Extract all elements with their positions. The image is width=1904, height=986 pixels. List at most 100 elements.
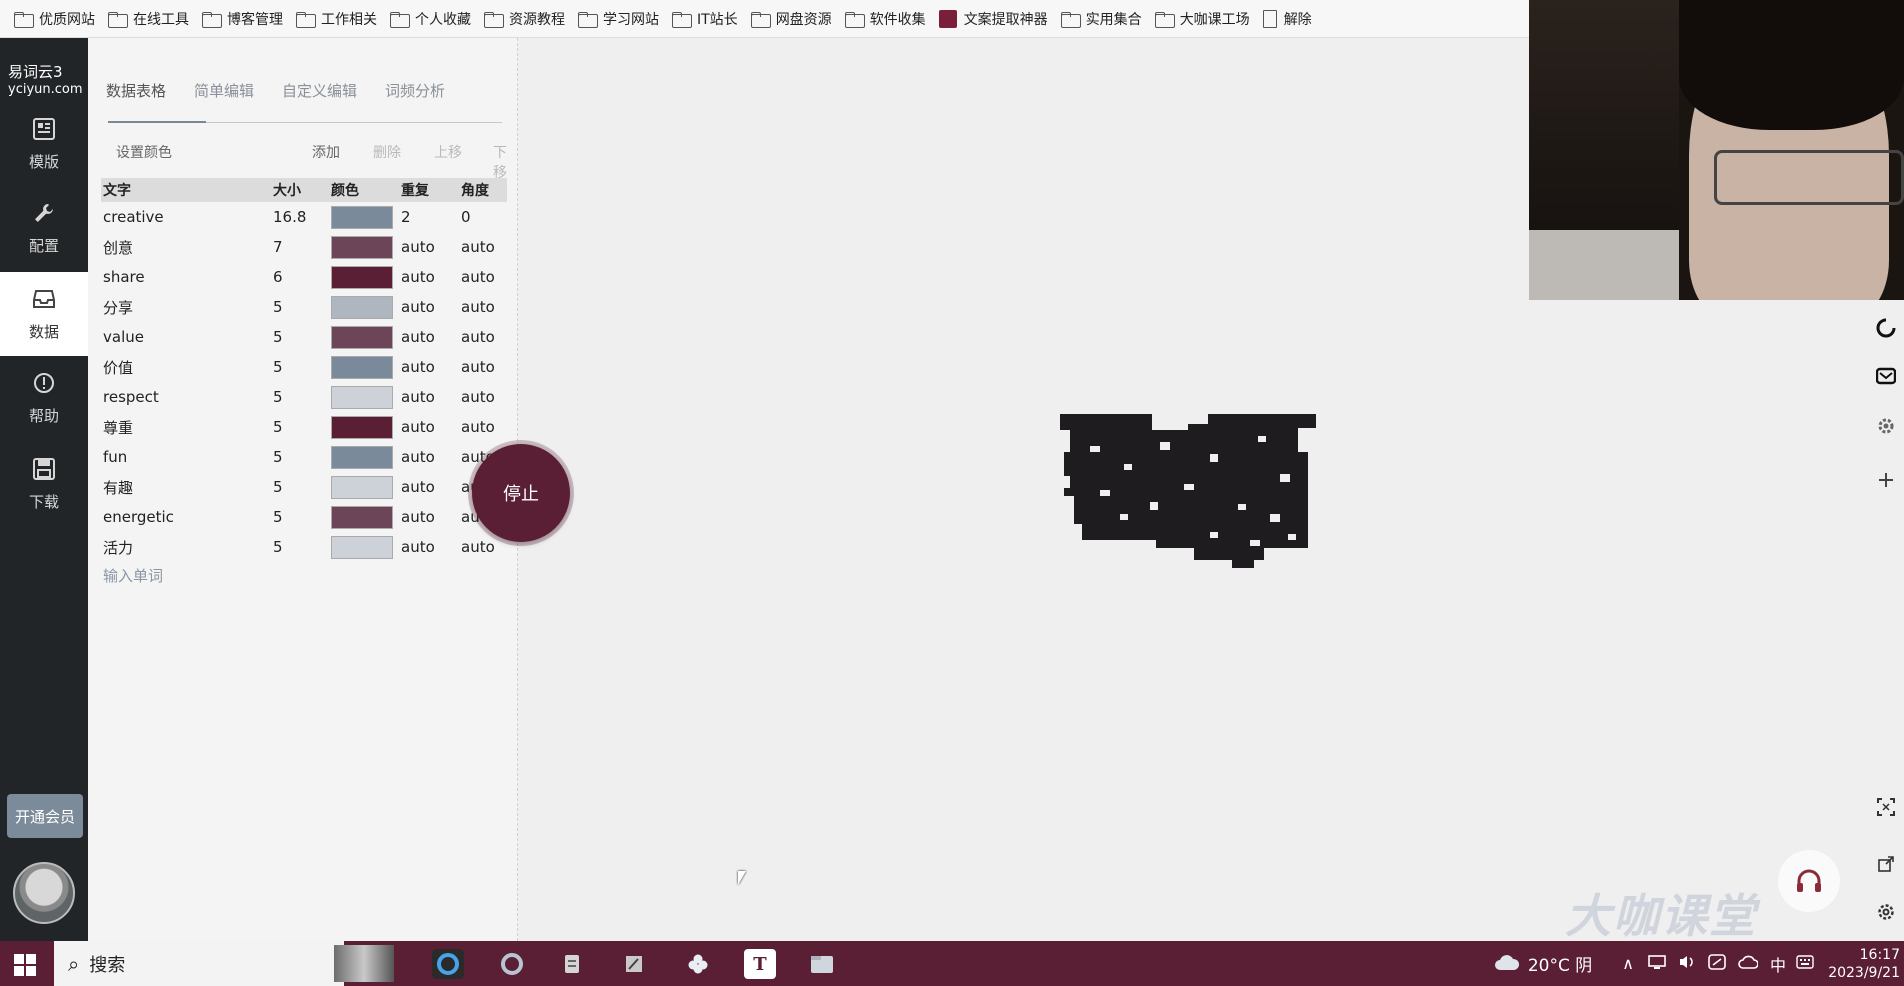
cell-word[interactable]: 创意 bbox=[101, 237, 273, 258]
cell-size[interactable]: 5 bbox=[273, 388, 331, 406]
cell-word[interactable]: respect bbox=[101, 388, 273, 406]
bookmark-item[interactable]: IT站长 bbox=[668, 4, 747, 34]
set-color-button[interactable]: 设置颜色 bbox=[116, 142, 172, 162]
network-icon[interactable] bbox=[1648, 954, 1666, 974]
table-row[interactable]: 分享 5 auto auto bbox=[101, 292, 507, 322]
brand[interactable]: 易词云3 yciyun.com bbox=[8, 63, 88, 99]
cell-size[interactable]: 5 bbox=[273, 418, 331, 436]
nav-item-help[interactable]: 帮助 bbox=[0, 356, 88, 440]
cell-angle[interactable]: auto bbox=[461, 418, 507, 436]
settings-gear-icon[interactable] bbox=[1874, 900, 1898, 924]
bookmark-item[interactable]: 实用集合 bbox=[1057, 4, 1151, 34]
cell-word[interactable]: fun bbox=[101, 448, 273, 466]
bookmark-item[interactable]: 软件收集 bbox=[841, 4, 935, 34]
nav-item-download[interactable]: 下载 bbox=[0, 442, 88, 526]
ime-indicator[interactable]: 中 bbox=[1770, 952, 1786, 976]
cell-size[interactable]: 6 bbox=[273, 268, 331, 286]
cell-size[interactable]: 5 bbox=[273, 298, 331, 316]
cell-angle[interactable]: auto bbox=[461, 358, 507, 376]
cell-size[interactable]: 5 bbox=[273, 448, 331, 466]
keyboard-icon[interactable] bbox=[1796, 954, 1814, 973]
cell-color[interactable] bbox=[331, 265, 401, 289]
cell-word[interactable]: energetic bbox=[101, 508, 273, 526]
cell-repeat[interactable]: auto bbox=[401, 388, 461, 406]
bookmark-item[interactable]: 个人收藏 bbox=[386, 4, 480, 34]
tab-word-frequency[interactable]: 词频分析 bbox=[385, 80, 445, 113]
table-row[interactable]: respect 5 auto auto bbox=[101, 382, 507, 412]
table-row[interactable]: 创意 7 auto auto bbox=[101, 232, 507, 262]
table-row[interactable]: creative 16.8 2 0 bbox=[101, 202, 507, 232]
cell-repeat[interactable]: auto bbox=[401, 478, 461, 496]
cell-size[interactable]: 5 bbox=[273, 358, 331, 376]
cell-color[interactable] bbox=[331, 325, 401, 349]
tray-app-icon[interactable] bbox=[1708, 953, 1726, 974]
cell-color[interactable] bbox=[331, 235, 401, 259]
table-row[interactable]: value 5 auto auto bbox=[101, 322, 507, 352]
taskbar-search[interactable]: ⌕ 搜索 bbox=[54, 941, 394, 986]
external-link-icon[interactable] bbox=[1874, 852, 1898, 876]
bookmark-item[interactable]: 文案提取神器 bbox=[935, 4, 1057, 34]
bookmark-item[interactable]: 大咖课工场 bbox=[1151, 4, 1259, 34]
editor-icon[interactable] bbox=[618, 949, 650, 979]
add-button[interactable]: 添加 bbox=[312, 142, 340, 162]
cell-repeat[interactable]: auto bbox=[401, 328, 461, 346]
bookmark-item[interactable]: 博客管理 bbox=[198, 4, 292, 34]
color-swatch[interactable] bbox=[331, 355, 393, 379]
cell-angle[interactable]: auto bbox=[461, 238, 507, 256]
tab-custom-edit[interactable]: 自定义编辑 bbox=[282, 80, 357, 113]
color-swatch[interactable] bbox=[331, 445, 393, 469]
vip-button[interactable]: 开通会员 bbox=[7, 794, 83, 838]
cell-word[interactable]: 分享 bbox=[101, 297, 273, 318]
tray-cloud-icon[interactable] bbox=[1738, 954, 1759, 974]
cell-repeat[interactable]: auto bbox=[401, 448, 461, 466]
file-explorer-icon[interactable] bbox=[806, 949, 838, 979]
color-swatch[interactable] bbox=[331, 265, 393, 289]
color-swatch[interactable] bbox=[331, 505, 393, 529]
color-swatch[interactable] bbox=[331, 295, 393, 319]
plugin-gear-icon[interactable] bbox=[1874, 414, 1898, 438]
color-swatch[interactable] bbox=[331, 475, 393, 499]
color-swatch[interactable] bbox=[331, 235, 393, 259]
cell-size[interactable]: 5 bbox=[273, 328, 331, 346]
cell-size[interactable]: 5 bbox=[273, 508, 331, 526]
cell-color[interactable] bbox=[331, 415, 401, 439]
delete-button[interactable]: 删除 bbox=[373, 142, 401, 162]
nav-item-config[interactable]: 配置 bbox=[0, 186, 88, 270]
cell-angle[interactable]: auto bbox=[461, 298, 507, 316]
nav-item-template[interactable]: 模版 bbox=[0, 102, 88, 186]
cell-size[interactable]: 5 bbox=[273, 478, 331, 496]
cell-word[interactable]: 活力 bbox=[101, 537, 273, 558]
cell-size[interactable]: 5 bbox=[273, 538, 331, 556]
chevron-up-icon[interactable]: ∧ bbox=[1622, 954, 1634, 973]
refresh-icon[interactable] bbox=[1874, 316, 1898, 340]
color-swatch[interactable] bbox=[331, 325, 393, 349]
bookmark-item[interactable]: 在线工具 bbox=[104, 4, 198, 34]
move-down-button[interactable]: 下移 bbox=[493, 142, 507, 182]
cell-repeat[interactable]: auto bbox=[401, 418, 461, 436]
bookmark-item[interactable]: 学习网站 bbox=[574, 4, 668, 34]
screenshot-icon[interactable] bbox=[1874, 795, 1898, 819]
cell-word[interactable]: share bbox=[101, 268, 273, 286]
cell-repeat[interactable]: auto bbox=[401, 268, 461, 286]
cell-angle[interactable]: auto bbox=[461, 538, 507, 556]
cell-word[interactable]: 价值 bbox=[101, 357, 273, 378]
volume-icon[interactable] bbox=[1678, 954, 1696, 974]
bookmark-item[interactable]: 资源教程 bbox=[480, 4, 574, 34]
notes-icon[interactable] bbox=[556, 949, 588, 979]
cell-angle[interactable]: 0 bbox=[461, 208, 507, 226]
tab-simple-edit[interactable]: 简单编辑 bbox=[194, 80, 254, 113]
weather-text[interactable]: 20°C 阴 bbox=[1528, 951, 1592, 976]
add-icon[interactable] bbox=[1874, 468, 1898, 492]
color-swatch[interactable] bbox=[331, 535, 393, 559]
typora-icon[interactable]: T bbox=[744, 949, 776, 979]
flower-app-icon[interactable] bbox=[682, 949, 714, 979]
cell-color[interactable] bbox=[331, 295, 401, 319]
stop-button[interactable]: 停止 bbox=[472, 444, 570, 542]
cell-word[interactable]: 有趣 bbox=[101, 477, 273, 498]
cell-word[interactable]: value bbox=[101, 328, 273, 346]
cell-word[interactable]: creative bbox=[101, 208, 273, 226]
bookmark-item[interactable]: 优质网站 bbox=[10, 4, 104, 34]
cell-repeat[interactable]: auto bbox=[401, 538, 461, 556]
user-avatar[interactable] bbox=[13, 862, 75, 924]
cell-repeat[interactable]: auto bbox=[401, 238, 461, 256]
